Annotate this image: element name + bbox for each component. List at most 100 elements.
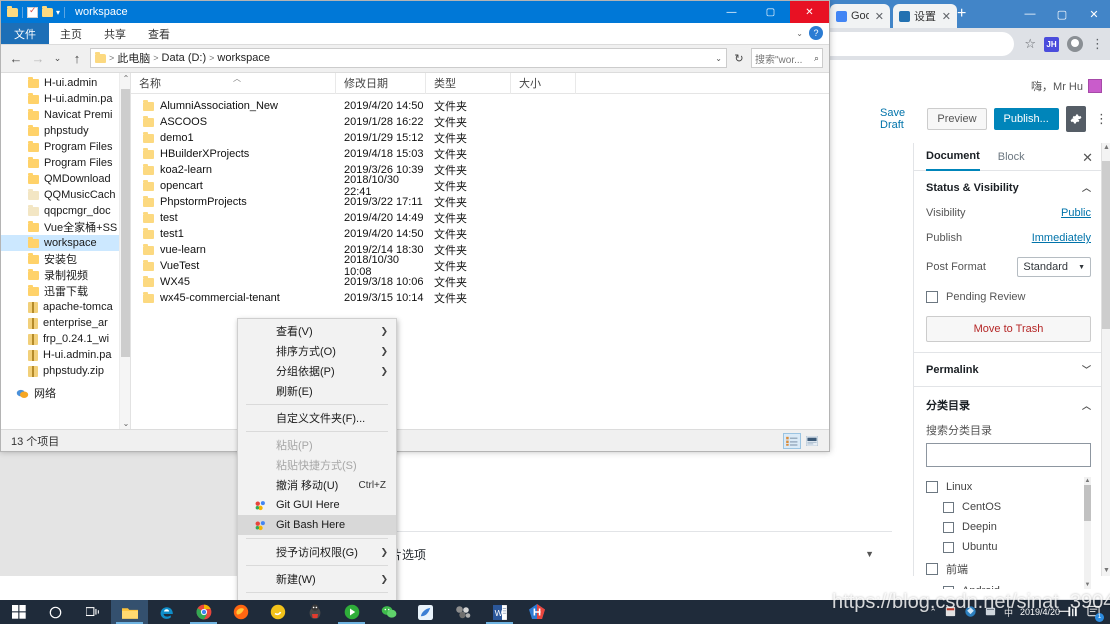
permalink-header[interactable]: Permalink ﹀ — [926, 363, 1091, 376]
scroll-down-icon[interactable]: ▼ — [1102, 567, 1110, 575]
nav-item-program-files-1[interactable]: Program Files — [1, 139, 131, 155]
up-button[interactable]: ↑ — [68, 51, 86, 66]
status-visibility-header[interactable]: Status & Visibility ︿ — [926, 181, 1091, 194]
category-checkbox[interactable] — [943, 585, 954, 589]
browser-tab-1[interactable]: Goo ✕ — [830, 4, 890, 28]
nav-item-thunder-downloads[interactable]: 迅雷下载 — [1, 283, 131, 299]
ribbon-tab-share[interactable]: 共享 — [93, 23, 137, 44]
table-row[interactable]: PhpstormProjects 2019/3/22 17:11 文件夹 — [131, 194, 829, 210]
nav-item-navicat[interactable]: Navicat Premi — [1, 107, 131, 123]
category-item-android[interactable]: Android — [926, 581, 1091, 589]
table-row[interactable]: koa2-learn 2019/3/26 10:39 文件夹 — [131, 162, 829, 178]
taskbar-firefox[interactable] — [222, 600, 259, 624]
scrollbar-thumb[interactable] — [1102, 161, 1110, 329]
nav-item-phpstudy-zip[interactable]: phpstudy.zip — [1, 363, 131, 379]
category-search-input[interactable] — [926, 443, 1091, 467]
scroll-up-icon[interactable]: ▲ — [1084, 477, 1091, 485]
chevron-down-icon[interactable]: ▾ — [56, 8, 60, 17]
table-row[interactable]: opencart 2018/10/30 22:41 文件夹 — [131, 174, 829, 198]
nav-item-h-ui-admin-zip[interactable]: H-ui.admin.pa — [1, 347, 131, 363]
publish-button[interactable]: Publish... — [993, 108, 1059, 130]
taskbar-qq[interactable] — [296, 600, 333, 624]
back-button[interactable]: ← — [7, 51, 25, 66]
large-icons-view-button[interactable] — [803, 433, 821, 449]
nav-item-workspace[interactable]: workspace — [1, 235, 131, 251]
category-item-centos[interactable]: CentOS — [926, 497, 1091, 517]
chevron-down-icon[interactable]: ⌄ — [715, 54, 722, 63]
pending-review-checkbox[interactable] — [926, 291, 938, 303]
menu-item-git-gui-here[interactable]: Git GUI Here — [238, 495, 396, 515]
taskbar-google-chrome[interactable] — [185, 600, 222, 624]
breadcrumb-item-0[interactable]: 此电脑 — [117, 50, 150, 66]
nav-item-enterprise-ar[interactable]: enterprise_ar — [1, 315, 131, 331]
explorer-close-button[interactable]: ✕ — [790, 1, 829, 23]
breadcrumb[interactable]: > 此电脑 > Data (D:) > workspace ⌄ — [90, 48, 727, 68]
tab-document[interactable]: Document — [926, 142, 980, 171]
nav-item-h-ui-admin-pa[interactable]: H-ui.admin.pa — [1, 91, 131, 107]
avatar-icon[interactable] — [1067, 36, 1083, 52]
chevron-up-icon[interactable]: ︿ — [1082, 181, 1091, 194]
column-header-size[interactable]: 大小 — [511, 72, 576, 94]
tab-close-icon[interactable]: ✕ — [875, 10, 884, 23]
menu-item-new[interactable]: 新建(W) ❯ — [238, 569, 396, 589]
category-item-linux[interactable]: Linux — [926, 477, 1091, 497]
nav-item-h-ui-admin[interactable]: H-ui.admin — [1, 75, 131, 91]
ribbon-tab-view[interactable]: 查看 — [137, 23, 181, 44]
taskbar-wechat[interactable] — [370, 600, 407, 624]
table-row[interactable]: wx45-commercial-tenant 2019/3/15 10:14 文件夹 — [131, 290, 829, 306]
nav-item-installers[interactable]: 安装包 — [1, 251, 131, 267]
table-row[interactable]: VueTest 2018/10/30 10:08 文件夹 — [131, 254, 829, 278]
sidebar-scrollbar[interactable]: ▲ ▼ — [1101, 143, 1110, 576]
new-tab-button[interactable]: + — [957, 6, 966, 22]
chevron-up-icon[interactable]: ︿ — [1082, 399, 1091, 412]
taskbar-media-player[interactable] — [333, 600, 370, 624]
taskbar-microsoft-edge[interactable] — [148, 600, 185, 624]
explorer-maximize-button[interactable]: ▢ — [751, 1, 790, 23]
scrollbar-thumb[interactable] — [1084, 485, 1091, 521]
star-icon[interactable]: ☆ — [1024, 36, 1036, 52]
kebab-menu-icon[interactable]: ⋮ — [1093, 112, 1110, 125]
help-icon[interactable]: ? — [809, 26, 823, 40]
chevron-down-icon[interactable]: ﹀ — [1082, 363, 1091, 376]
table-row[interactable]: ASCOOS 2019/1/28 16:22 文件夹 — [131, 114, 829, 130]
browser-tab-2[interactable]: 设置 ✕ — [893, 4, 957, 28]
taskbar-foxmail[interactable] — [407, 600, 444, 624]
category-item-ubuntu[interactable]: Ubuntu — [926, 537, 1091, 557]
chevron-down-icon[interactable]: ▼ — [865, 549, 874, 559]
pending-review-row[interactable]: Pending Review — [926, 291, 1091, 303]
nav-item-qmdownload[interactable]: QMDownload — [1, 171, 131, 187]
taskbar-tools-app[interactable] — [444, 600, 481, 624]
category-checkbox[interactable] — [943, 521, 954, 533]
menu-item-undo-move[interactable]: 撤消 移动(U) Ctrl+Z — [238, 475, 396, 495]
nav-item-recordings[interactable]: 录制视频 — [1, 267, 131, 283]
nav-item-network[interactable]: 网络 — [1, 385, 131, 401]
nav-item-qqmusiccache[interactable]: QQMusicCach — [1, 187, 131, 203]
ribbon-tab-home[interactable]: 主页 — [49, 23, 93, 44]
table-row[interactable]: AlumniAssociation_New 2019/4/20 14:50 文件夹 — [131, 98, 829, 114]
task-view-button[interactable] — [74, 600, 111, 624]
new-folder-icon[interactable] — [42, 5, 53, 17]
search-input[interactable]: 搜索"wor... ⌕ — [751, 48, 823, 68]
properties-icon[interactable] — [27, 5, 38, 18]
nav-item-frp[interactable]: frp_0.24.1_wi — [1, 331, 131, 347]
cortana-search-button[interactable] — [37, 600, 74, 624]
nav-item-apache-tomcat[interactable]: apache-tomca — [1, 299, 131, 315]
forward-button[interactable]: → — [29, 51, 47, 66]
column-header-name[interactable]: 名称 ︿ — [131, 72, 336, 94]
nav-item-vue-suite[interactable]: Vue全家桶+SS — [1, 219, 131, 235]
menu-item-sort-by[interactable]: 排序方式(O) ❯ — [238, 341, 396, 361]
menu-item-view[interactable]: 查看(V) ❯ — [238, 321, 396, 341]
kebab-menu-icon[interactable]: ⋮ — [1091, 37, 1104, 50]
nav-item-qqpcmgr-doc[interactable]: qqpcmgr_doc — [1, 203, 131, 219]
category-item-deepin[interactable]: Deepin — [926, 517, 1091, 537]
browser-minimize-button[interactable]: — — [1014, 0, 1046, 28]
menu-item-grant-access[interactable]: 授予访问权限(G) ❯ — [238, 542, 396, 562]
category-checkbox[interactable] — [943, 501, 954, 513]
publish-value[interactable]: Immediately — [1032, 232, 1091, 244]
table-row[interactable]: demo1 2019/1/29 15:12 文件夹 — [131, 130, 829, 146]
taskbar-sogou-browser[interactable] — [259, 600, 296, 624]
explorer-minimize-button[interactable]: — — [712, 1, 751, 23]
taskbar-word[interactable]: W — [481, 600, 518, 624]
gear-icon[interactable] — [1065, 106, 1086, 132]
category-checkbox[interactable] — [926, 481, 938, 493]
